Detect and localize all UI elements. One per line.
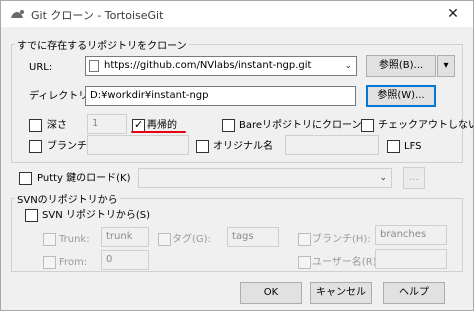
chevron-down-icon[interactable]: ⌄ [344,57,352,75]
branches-checkbox[interactable] [298,233,311,246]
chevron-down-icon[interactable]: ⌄ [379,169,387,187]
from-svn-checkbox[interactable] [25,209,38,222]
depth-checkbox[interactable] [29,119,42,132]
caret-down-icon: ▾ [443,60,449,71]
branch-input[interactable] [87,135,189,155]
branches-input[interactable]: branches [375,225,447,245]
no-checkout-label: チェックアウトしない [378,120,474,131]
username-checkbox[interactable] [298,256,311,269]
branch-label: ブランチ [47,141,87,152]
origin-checkbox[interactable] [196,140,209,153]
trunk-input[interactable]: trunk [101,227,149,247]
tags-label: タグ(G): [172,234,211,245]
tags-checkbox[interactable] [158,233,171,246]
cancel-button[interactable]: キャンセル [310,282,372,304]
tortoisegit-logo-icon [11,10,24,18]
branch-checkbox[interactable] [29,140,42,153]
window-title: Git クローン - TortoiseGit [31,9,164,22]
directory-input[interactable]: D:¥workdir¥instant-ngp [85,86,356,106]
browse-directory-button[interactable]: 参照(W)... [366,85,436,107]
depth-input[interactable]: 1 [87,114,127,134]
from-svn-label: SVN リポジトリから(S) [42,210,150,221]
origin-label: オリジナル名 [213,141,273,152]
no-checkout-checkbox[interactable] [361,119,374,132]
username-label: ユーザー名(R): [312,257,380,268]
tags-input[interactable]: tags [227,227,279,247]
depth-label: 深さ [47,120,67,131]
putty-key-combobox[interactable]: ⌄ [138,168,392,188]
url-label: URL: [29,62,53,73]
putty-checkbox[interactable] [19,172,32,185]
putty-browse-button[interactable]: ... [403,167,425,189]
url-combobox[interactable]: https://github.com/NVlabs/instant-ngp.gi… [85,56,357,76]
from-revision-input[interactable]: 0 [101,250,149,270]
annotation-underline [131,131,186,133]
lfs-checkbox[interactable] [387,140,400,153]
url-value: https://github.com/NVlabs/instant-ngp.gi… [104,60,312,71]
svn-group-legend: SVNのリポジトリから [15,191,120,206]
clone-group-legend: すでに存在するリポジトリをクローン [15,37,189,52]
checkmark-icon: ✓ [134,118,144,131]
from-revision-checkbox[interactable] [43,256,56,269]
putty-label: Putty 鍵のロード(K) [37,173,131,184]
trunk-label: Trunk: [59,234,90,245]
browse-url-dropdown-button[interactable]: ▾ [437,55,455,77]
trunk-checkbox[interactable] [43,233,56,246]
browse-url-button[interactable]: 参照(B)... [366,55,436,77]
clone-dialog: Git クローン - TortoiseGit ✕ すでに存在するリポジトリをクロ… [0,0,474,311]
username-input[interactable] [375,249,447,269]
bare-checkbox[interactable] [222,119,235,132]
from-revision-label: From: [59,257,88,268]
directory-label: ディレクトリ [29,91,89,102]
lfs-label: LFS [404,141,422,152]
close-icon[interactable]: ✕ [433,1,473,27]
ok-button[interactable]: OK [240,282,302,304]
bare-label: Bareリポジトリにクローン [239,120,362,131]
file-icon [89,60,99,72]
origin-input[interactable] [285,135,379,155]
branches-label: ブランチ(H): [312,234,371,245]
help-button[interactable]: ヘルプ [383,282,445,304]
title-bar: Git クローン - TortoiseGit ✕ [1,1,473,27]
